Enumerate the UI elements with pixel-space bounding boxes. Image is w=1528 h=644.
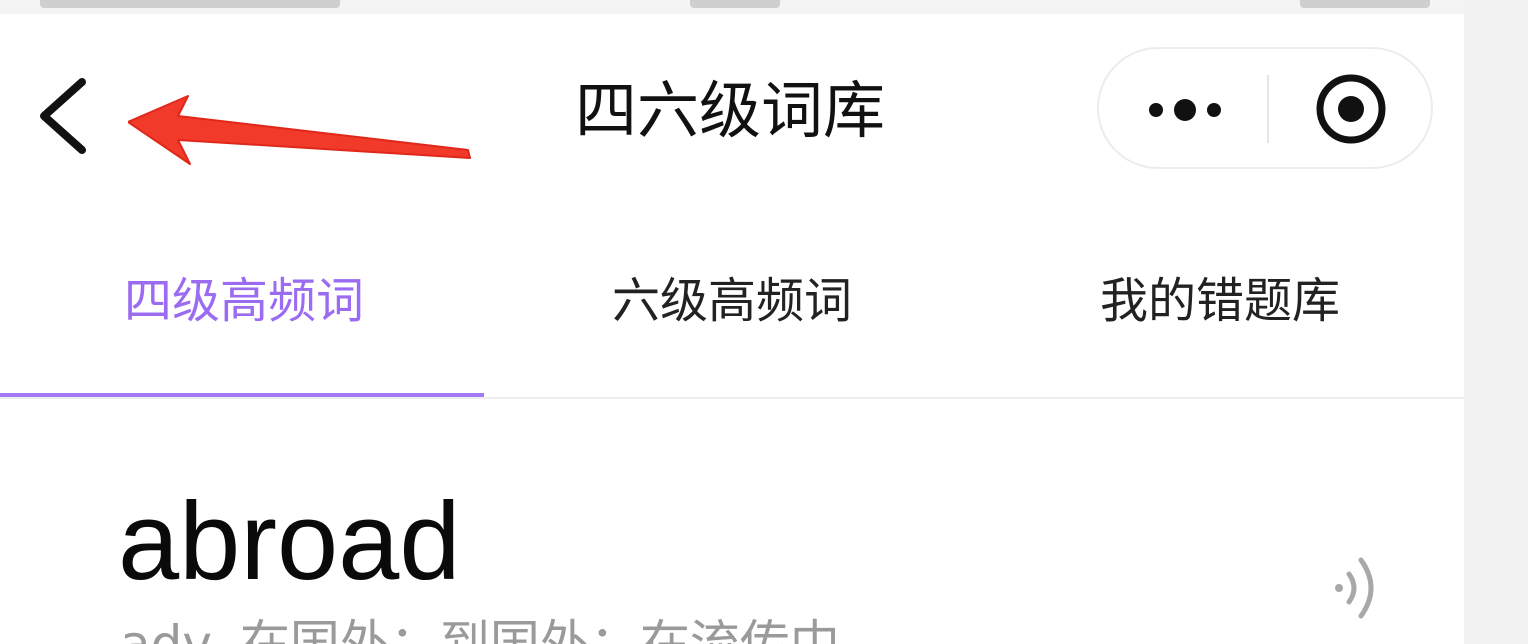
annotation-arrow-icon xyxy=(128,95,471,165)
status-bar-fragment xyxy=(1300,0,1430,8)
back-button[interactable] xyxy=(28,70,108,160)
tab-bar: 四级高频词 六级高频词 我的错题库 xyxy=(0,225,1464,399)
tab-cet4-high-frequency[interactable]: 四级高频词 xyxy=(0,265,488,355)
word-meaning: adv. 在国外；到国外；在流传中 xyxy=(120,615,840,644)
tab-my-mistakes[interactable]: 我的错题库 xyxy=(976,265,1464,355)
status-bar-fragment xyxy=(690,0,780,8)
more-dots-icon xyxy=(1149,99,1221,121)
speaker-wave-icon xyxy=(1335,557,1374,619)
more-button[interactable] xyxy=(1099,49,1266,167)
target-close-icon xyxy=(1316,74,1386,144)
chevron-left-icon xyxy=(40,78,86,154)
mini-program-screen: 四六级词库 四级高频词 六级高频词 我的错题库 abroad adv. 在国外；… xyxy=(0,0,1464,644)
audio-button[interactable] xyxy=(1325,550,1385,626)
tab-cet6-high-frequency[interactable]: 六级高频词 xyxy=(488,265,976,355)
status-bar xyxy=(0,0,1464,14)
capsule-menu xyxy=(1097,47,1433,169)
page-title: 四六级词库 xyxy=(574,74,885,147)
close-button[interactable] xyxy=(1269,49,1433,167)
status-bar-fragment xyxy=(40,0,340,8)
active-tab-indicator xyxy=(0,393,484,397)
vocabulary-word: abroad xyxy=(118,480,461,603)
